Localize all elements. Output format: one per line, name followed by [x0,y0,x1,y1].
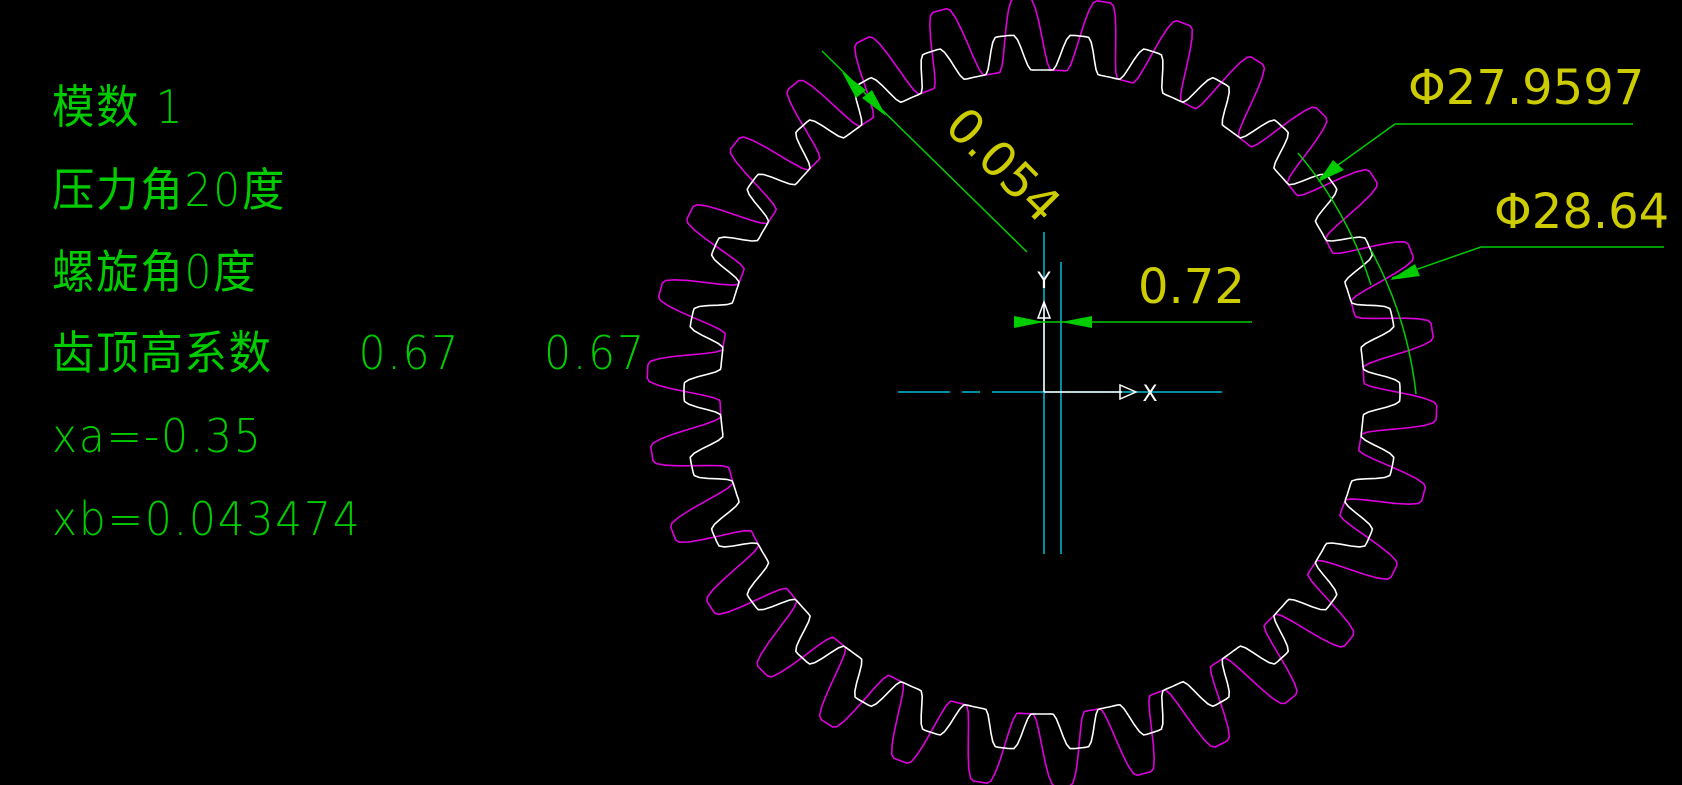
diameter-outer-text: Φ28.64 [1494,184,1669,240]
cad-canvas: X Y 0.72 0.054 Φ27.9597 Φ28.64 [0,0,1682,785]
note-addendum-b: 0.67 [544,326,646,380]
note-addendum: 齿顶高系数 0.67 0.67 [52,330,646,376]
note-helix-angle: 螺旋角0度 [52,245,258,299]
note-addendum-label: 齿顶高系数 [52,326,273,380]
note-xa: xa=-0.35 [52,409,263,463]
y-axis-label: Y [1036,269,1051,294]
x-axis-label: X [1142,382,1157,407]
note-module: 模数 1 [52,80,185,134]
background [0,0,1682,785]
diameter-inner-text: Φ27.9597 [1408,60,1644,116]
note-pressure-angle: 压力角20度 [52,163,287,217]
offset-dimension-text: 0.72 [1138,259,1245,315]
note-xb: xb=0.043474 [52,492,362,546]
note-addendum-a: 0.67 [358,326,461,380]
